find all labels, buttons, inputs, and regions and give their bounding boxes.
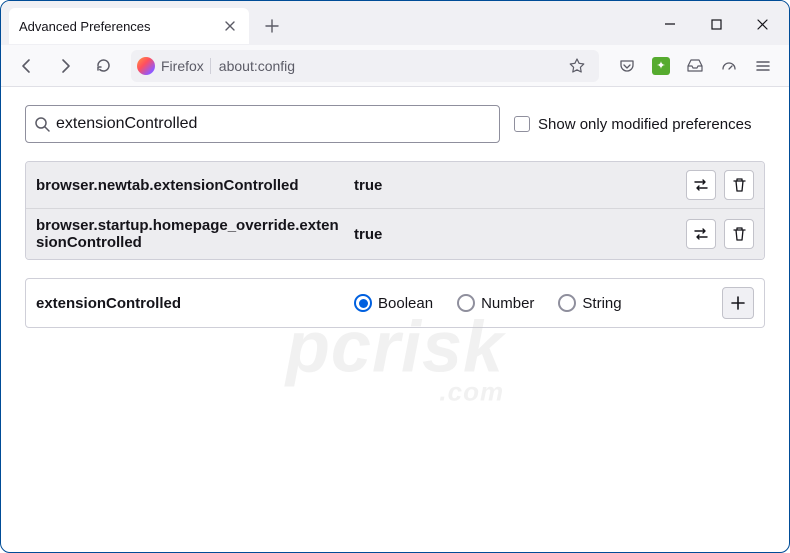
checkbox-label-text: Show only modified preferences <box>538 116 751 133</box>
url-text: about:config <box>217 58 555 74</box>
radio-icon <box>457 294 475 312</box>
radio-number[interactable]: Number <box>457 294 534 312</box>
radio-boolean[interactable]: Boolean <box>354 294 433 312</box>
back-button[interactable] <box>11 50 43 82</box>
app-menu-icon[interactable] <box>747 50 779 82</box>
type-radio-group: Boolean Number String <box>354 294 714 312</box>
delete-button[interactable] <box>724 219 754 249</box>
forward-button[interactable] <box>49 50 81 82</box>
dashboard-icon[interactable] <box>713 50 745 82</box>
browser-window: Advanced Preferences <box>0 0 790 553</box>
preferences-table: browser.newtab.extensionControlled true … <box>25 161 765 260</box>
search-icon <box>34 116 50 132</box>
pocket-icon[interactable] <box>611 50 643 82</box>
active-tab[interactable]: Advanced Preferences <box>9 8 249 44</box>
pref-value: true <box>354 177 678 194</box>
pref-name: browser.startup.homepage_override.extens… <box>36 217 346 251</box>
pref-row: browser.newtab.extensionControlled true <box>26 162 764 208</box>
close-tab-icon[interactable] <box>221 17 239 35</box>
identity-label: Firefox <box>161 58 211 74</box>
window-controls <box>647 1 785 45</box>
reload-button[interactable] <box>87 50 119 82</box>
tab-strip: Advanced Preferences <box>1 1 789 45</box>
about-config-content: pcrisk .com Show only modified preferenc… <box>1 87 789 552</box>
search-input[interactable] <box>56 115 491 133</box>
radio-icon <box>354 294 372 312</box>
add-pref-name: extensionControlled <box>36 295 346 312</box>
checkbox-icon <box>514 116 530 132</box>
toggle-button[interactable] <box>686 170 716 200</box>
show-modified-checkbox[interactable]: Show only modified preferences <box>514 116 751 133</box>
search-row: Show only modified preferences <box>25 105 765 143</box>
radio-icon <box>558 294 576 312</box>
close-window-button[interactable] <box>739 9 785 39</box>
minimize-button[interactable] <box>647 9 693 39</box>
add-button[interactable] <box>722 287 754 319</box>
firefox-icon <box>137 57 155 75</box>
navigation-toolbar: Firefox about:config ✦ <box>1 45 789 87</box>
maximize-button[interactable] <box>693 9 739 39</box>
radio-string[interactable]: String <box>558 294 621 312</box>
url-bar[interactable]: Firefox about:config <box>131 50 599 82</box>
inbox-icon[interactable] <box>679 50 711 82</box>
new-tab-button[interactable] <box>257 11 287 41</box>
tab-title: Advanced Preferences <box>19 19 213 34</box>
search-box[interactable] <box>25 105 500 143</box>
toggle-button[interactable] <box>686 219 716 249</box>
add-pref-row: extensionControlled Boolean Number Strin… <box>25 278 765 328</box>
pref-name: browser.newtab.extensionControlled <box>36 177 346 194</box>
pref-value: true <box>354 226 678 243</box>
delete-button[interactable] <box>724 170 754 200</box>
bookmark-star-icon[interactable] <box>561 50 593 82</box>
extension-icon[interactable]: ✦ <box>645 50 677 82</box>
pref-row: browser.startup.homepage_override.extens… <box>26 208 764 259</box>
